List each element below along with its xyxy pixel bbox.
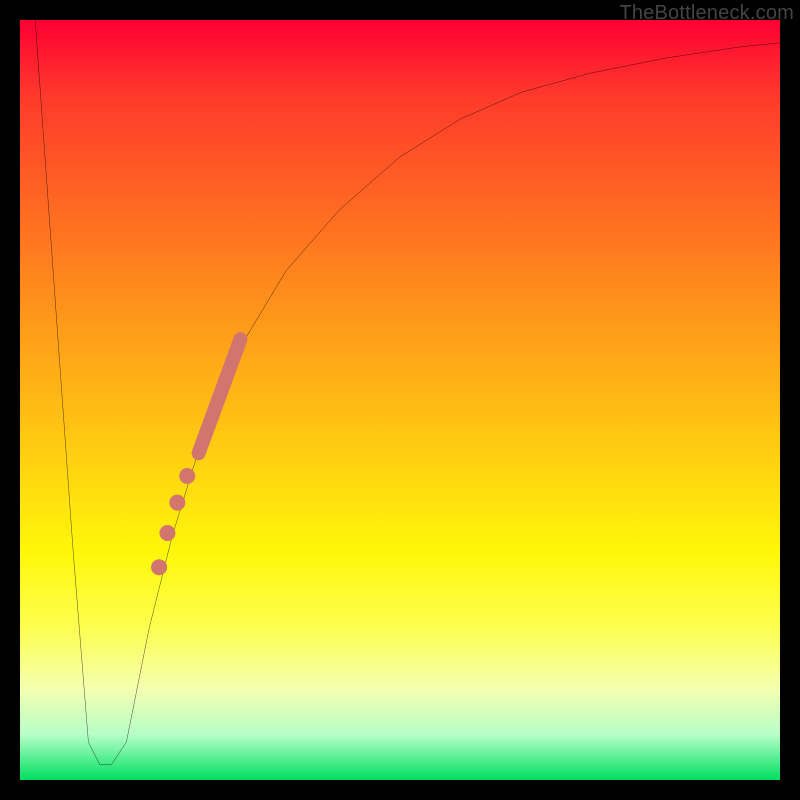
bottleneck-curve-path bbox=[35, 20, 780, 765]
chart-container: TheBottleneck.com bbox=[0, 0, 800, 800]
plot-area bbox=[20, 20, 780, 780]
curve-svg bbox=[20, 20, 780, 780]
curve-markers bbox=[151, 339, 240, 575]
